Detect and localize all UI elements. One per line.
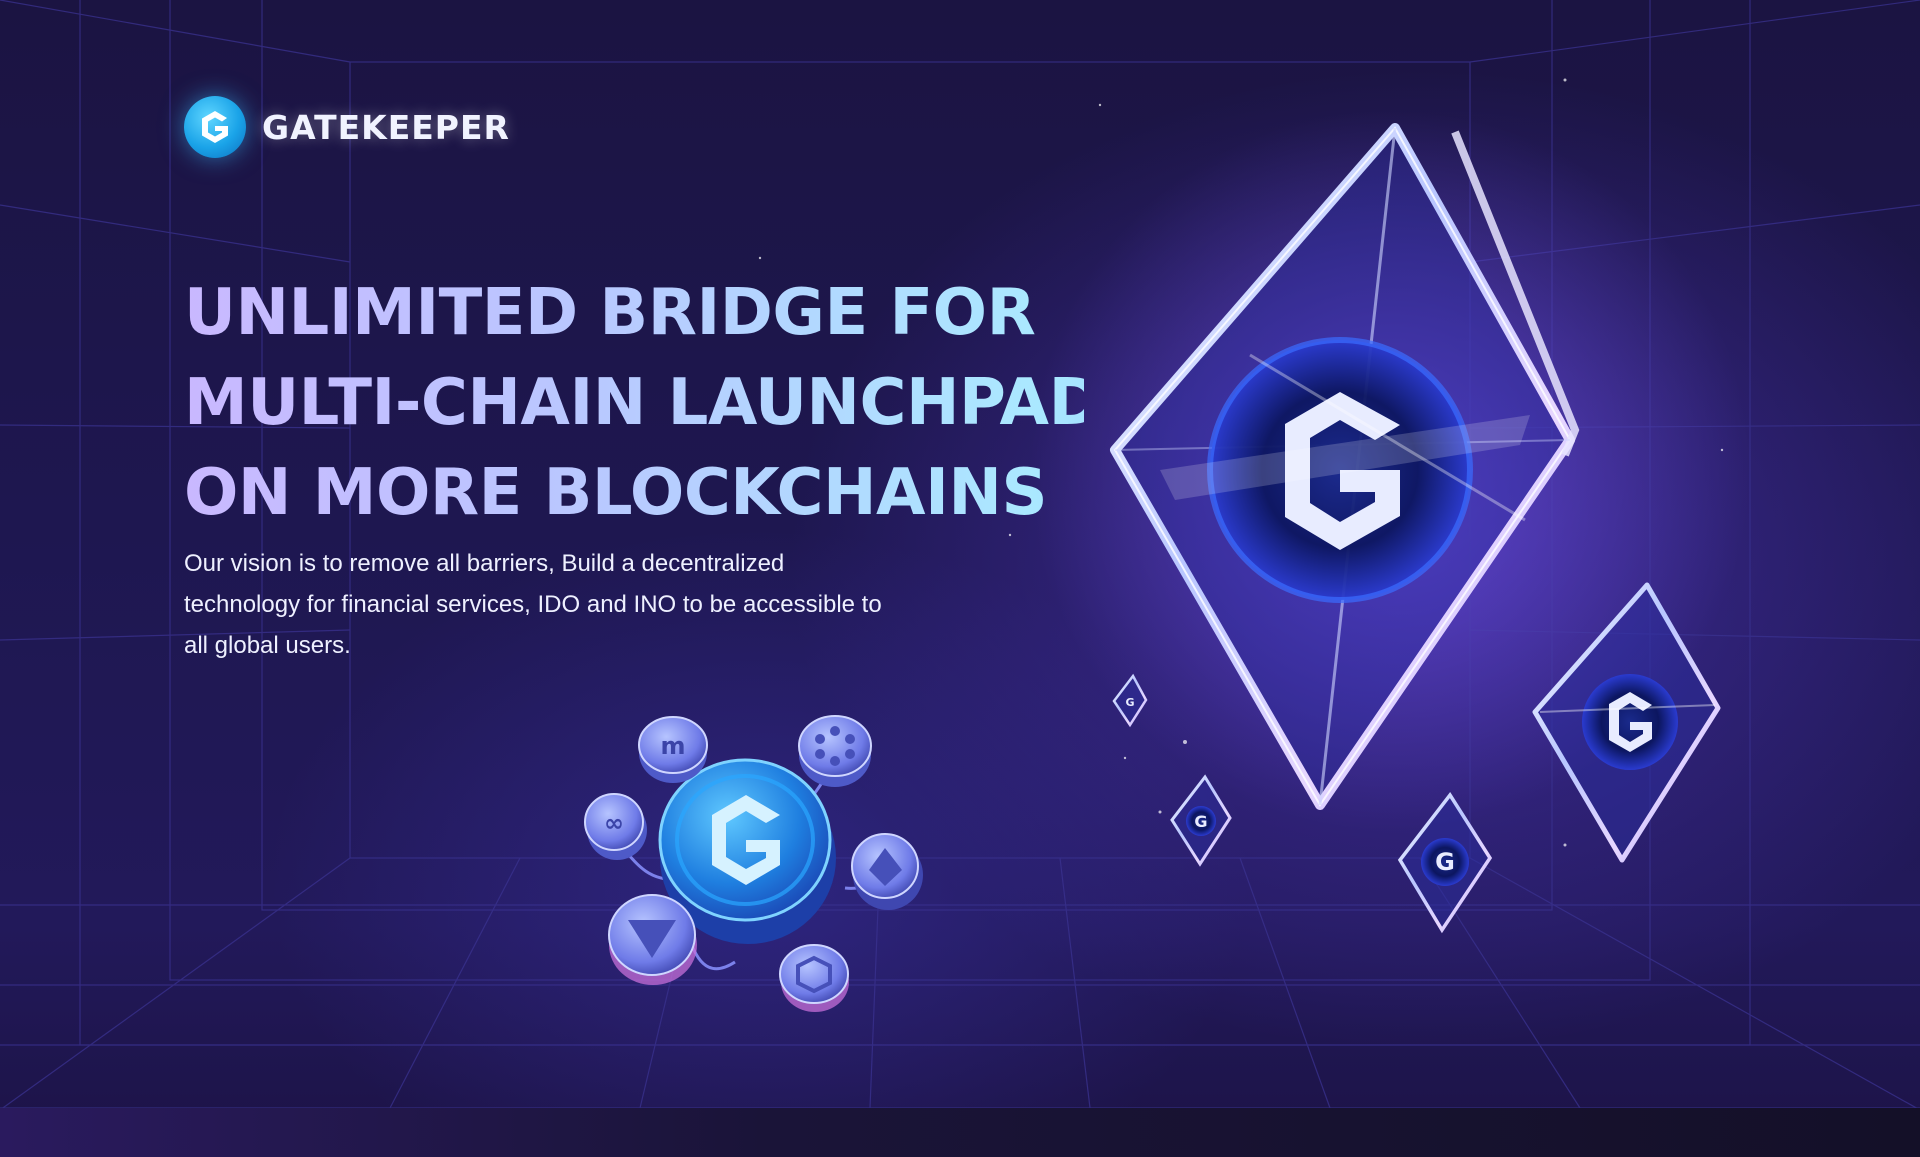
hero-title: UNLIMITED BRIDGE FOR MULTI-CHAIN LAUNCHP… bbox=[184, 268, 1102, 538]
gatekeeper-g-icon bbox=[184, 96, 246, 158]
hero-description: Our vision is to remove all barriers, Bu… bbox=[184, 550, 882, 659]
hero-title-line: UNLIMITED BRIDGE FOR bbox=[184, 268, 1084, 358]
bottom-band bbox=[0, 1108, 1920, 1157]
brand-logo[interactable]: GATEKEEPER bbox=[184, 96, 510, 158]
hero-title-line: ON MORE BLOCKCHAINS bbox=[184, 448, 1084, 538]
hero-section: GATEKEEPER UNLIMITED BRIDGE FOR MULTI-CH… bbox=[0, 0, 1920, 1157]
hero-title-line: MULTI-CHAIN LAUNCHPAD bbox=[184, 358, 1102, 448]
brand-name: GATEKEEPER bbox=[262, 107, 510, 147]
